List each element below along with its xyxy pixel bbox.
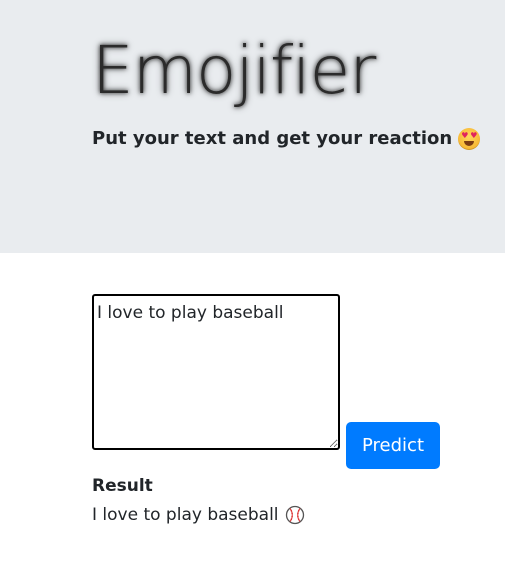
result-text: I love to play baseball <box>92 505 279 525</box>
header-banner: Emojifier Put your text and get your rea… <box>0 0 505 253</box>
baseball-emoji-icon <box>285 505 304 525</box>
subtitle-text: Put your text and get your reaction <box>92 128 453 149</box>
heart-eyes-emoji-icon: ♥ ♥ <box>458 128 481 150</box>
predict-button[interactable]: Predict <box>346 422 440 469</box>
result-value: I love to play baseball <box>92 503 305 527</box>
result-label: Result <box>92 476 153 496</box>
text-input[interactable]: I love to play baseball <box>92 294 340 450</box>
subtitle: Put your text and get your reaction ♥ ♥ <box>92 126 481 152</box>
app-title: Emojifier <box>92 32 376 109</box>
